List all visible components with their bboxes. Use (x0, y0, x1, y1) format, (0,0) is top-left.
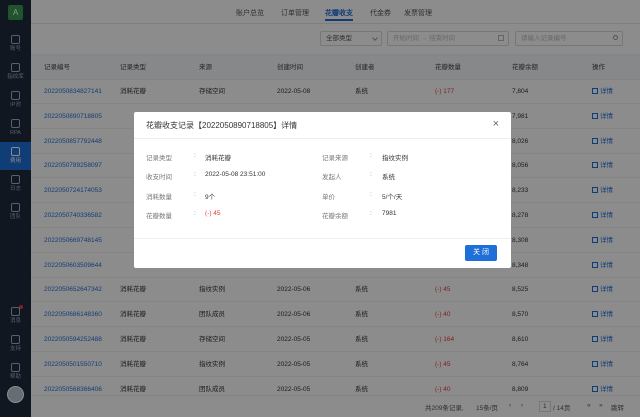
field-label-time: 收支时间 (146, 174, 172, 181)
field-label-initiator: 发起人 (322, 174, 342, 181)
app-root: A 账号 指纹库 IP池 RPA 费用 日志 团队 消息 支持 帮助 账户总览 … (0, 0, 640, 417)
field-value-record-type: 消耗花瓣 (205, 155, 231, 162)
field-label-source: 记录来源 (322, 155, 348, 162)
modal-title: 花瓣收支记录【2022050890718805】详情 (146, 121, 298, 130)
colon: : (370, 152, 372, 159)
field-label-record-type: 记录类型 (146, 155, 172, 162)
field-label-petal-balance: 花瓣余额 (322, 213, 348, 220)
close-button[interactable]: 关 闭 (465, 245, 497, 261)
field-label-petal-amount: 花瓣数量 (146, 213, 172, 220)
colon: : (370, 210, 372, 217)
field-label-unit-price: 单价 (322, 194, 335, 201)
colon: : (194, 191, 196, 198)
record-detail-modal: 花瓣收支记录【2022050890718805】详情 × 记录类型 : 消耗花瓣… (134, 112, 511, 268)
colon: : (370, 191, 372, 198)
colon: : (194, 171, 196, 178)
close-icon[interactable]: × (493, 118, 499, 130)
colon: : (194, 210, 196, 217)
colon: : (370, 171, 372, 178)
field-value-initiator: 系统 (382, 174, 395, 181)
field-value-source: 指纹实例 (382, 155, 408, 162)
field-value-time: 2022-05-08 23:51:00 (205, 171, 266, 178)
field-value-unit-price: 5/个/天 (382, 194, 403, 201)
field-label-consumed: 消耗数量 (146, 194, 172, 201)
divider (134, 238, 511, 239)
field-value-petal-balance: 7981 (382, 210, 397, 217)
field-value-consumed: 9个 (205, 194, 216, 201)
divider (134, 138, 511, 139)
colon: : (194, 152, 196, 159)
field-value-petal-amount: (-) 45 (205, 210, 221, 217)
